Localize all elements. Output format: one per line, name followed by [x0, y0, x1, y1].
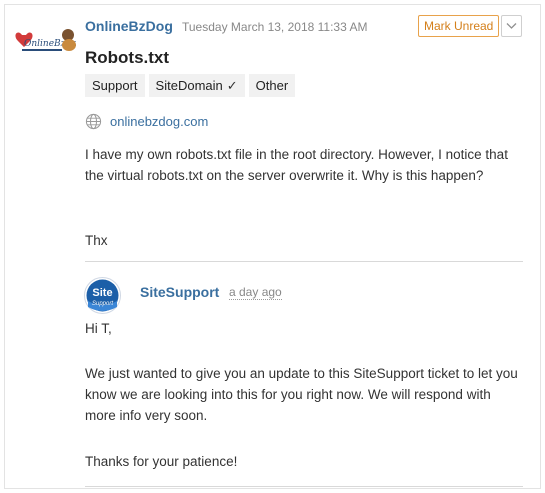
divider — [85, 486, 523, 487]
ticket-timestamp: Tuesday March 13, 2018 11:33 AM — [182, 20, 368, 34]
ticket-message-paragraph: Thx — [85, 233, 108, 248]
divider — [85, 261, 523, 262]
website-link[interactable]: onlinebzdog.com — [110, 114, 208, 129]
svg-text:Support: Support — [92, 301, 113, 307]
website-row: onlinebzdog.com — [85, 113, 208, 130]
more-options-button[interactable] — [501, 15, 522, 37]
tag-sitedomain[interactable]: SiteDomain ✓ — [148, 74, 245, 97]
svg-text:Site: Site — [92, 287, 112, 299]
reply-message-paragraph: We just wanted to give you an update to … — [85, 366, 518, 423]
chevron-down-icon — [506, 23, 517, 29]
mark-unread-button[interactable]: Mark Unread — [418, 15, 500, 37]
tag-label: SiteDomain — [155, 78, 223, 93]
tag-support[interactable]: Support — [85, 74, 145, 97]
tag-label: Support — [92, 78, 138, 93]
author-avatar[interactable]: OnlineBzDog — [14, 25, 76, 55]
reply-author-name[interactable]: SiteSupport — [140, 284, 219, 300]
reply-timestamp: a day ago — [229, 285, 282, 300]
ticket-message-paragraph: I have my own robots.txt file in the roo… — [85, 147, 508, 183]
ticket-subject: Robots.txt — [85, 48, 170, 67]
tag-other[interactable]: Other — [248, 74, 296, 97]
tag-list: Support SiteDomain ✓ Other — [85, 74, 296, 97]
reply-message-paragraph: Hi T, — [85, 321, 112, 336]
check-icon: ✓ — [226, 78, 238, 93]
support-avatar[interactable]: Site Support — [84, 277, 121, 314]
globe-icon — [85, 113, 102, 130]
author-name[interactable]: OnlineBzDog — [85, 18, 173, 34]
tag-label: Other — [255, 78, 289, 93]
reply-message-paragraph: Thanks for your patience! — [85, 454, 238, 469]
